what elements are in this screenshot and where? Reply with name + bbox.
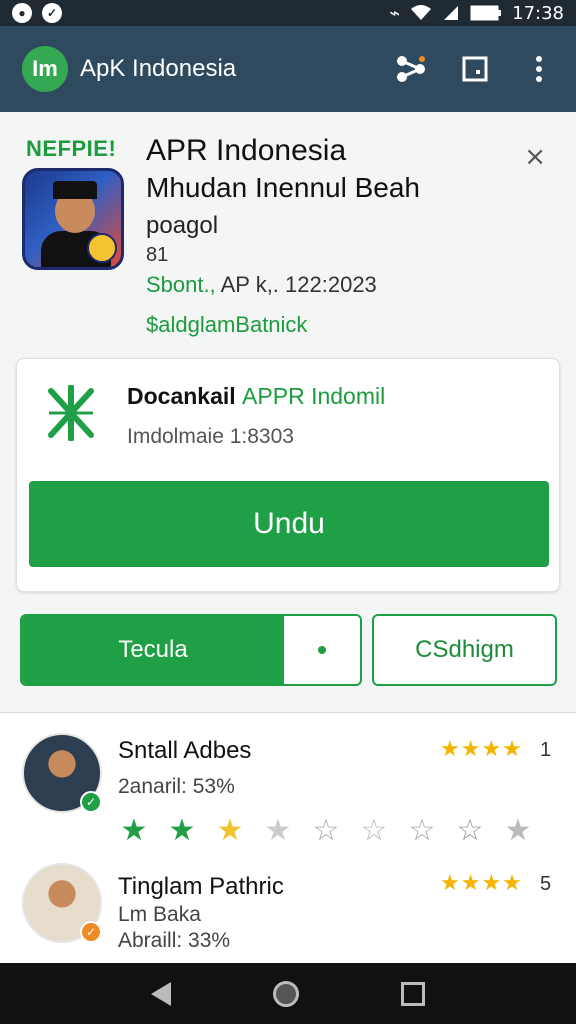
battery-icon [470,5,502,21]
app-meta: Sbont., AP k,. 122:2023 [146,272,377,298]
bookmark-icon[interactable] [460,54,490,84]
rate-star[interactable]: ☆ [310,813,342,848]
home-icon[interactable] [273,980,299,1007]
rate-star[interactable]: ★ [262,813,294,848]
rating-count: 1 [540,739,552,761]
primary-action-button[interactable]: Tecula [22,616,284,684]
rate-star[interactable]: ☆ [454,813,486,848]
rate-stars-row: ★ ★ ★ ★ ☆ ☆ ☆ ☆ ★ [118,813,534,848]
close-icon[interactable]: × [524,142,546,172]
app-notification-icon: ● [12,3,32,23]
back-icon[interactable] [151,981,171,1006]
review-detail: Lm Baka [118,903,201,926]
reviewer-name: Tinglam Pathric [118,873,284,900]
share-icon[interactable] [396,54,426,84]
download-title: Docankail APPR Indomil [127,383,385,410]
more-vert-icon[interactable] [524,54,554,84]
download-title-green: APPR Indomil [242,383,386,409]
review-detail: 2anaril: 53% [118,775,235,798]
app-logo[interactable]: Im [22,46,68,92]
rating-count: 5 [540,873,552,895]
rate-star[interactable]: ☆ [406,813,438,848]
recents-icon[interactable] [401,981,425,1006]
reviews-section: ✓ Sntall Adbes 2anaril: 53% ★★★★ 1 ★ ★ ★… [0,713,576,963]
navigation-bar [0,963,576,1024]
status-bar: ● ✓ ⌁ 17:38 [0,0,576,26]
review-detail: Abraill: 33% [118,929,231,952]
app-icon[interactable] [22,168,124,270]
badge-icon: ✓ [80,921,102,943]
download-app-icon [45,384,97,442]
reviewer-name: Sntall Adbes [118,737,252,764]
rate-star[interactable]: ★ [166,813,198,848]
rate-star[interactable]: ★ [214,813,246,848]
meta-green: Sbont., [146,272,216,297]
app-category[interactable]: $aldglamBatnick [146,312,307,338]
download-button[interactable]: Undu [29,481,549,567]
download-card: Docankail APPR Indomil Imdolmaie 1:8303 … [16,358,560,592]
wifi-icon [411,5,432,20]
secondary-action-button[interactable]: CSdhigm [372,614,557,686]
rate-star[interactable]: ★ [118,813,150,848]
vibrate-icon: ⌁ [389,2,401,24]
dot-icon [318,646,326,654]
rate-star[interactable]: ☆ [358,813,390,848]
star-rating: ★★★★ [440,737,523,762]
split-button: Tecula [20,614,362,686]
avatar[interactable]: ✓ [22,733,102,813]
signal-icon [444,6,459,20]
app-subtitle: Mhudan Inennul Beah [146,172,420,203]
clock: 17:38 [512,2,564,24]
app-number: 81 [146,244,169,266]
dropdown-toggle-button[interactable] [284,616,360,684]
new-badge: NEFPIE! [26,136,117,161]
avatar[interactable]: ✓ [22,863,102,943]
meta-rest: AP k,. 122:2023 [220,272,377,297]
app-header: NEFPIE! APR Indonesia Mhudan Inennul Bea… [0,112,576,350]
download-title-bold: Docankail [127,383,236,409]
app-notification-icon: ✓ [42,3,62,23]
download-version: Imdolmaie 1:8303 [127,425,294,448]
verified-icon: ✓ [80,791,102,813]
app-bar: Im ApK Indonesia [0,26,576,112]
app-bar-title: ApK Indonesia [80,55,237,82]
star-rating: ★★★★ [440,871,523,896]
developer-name: poagol [146,212,219,239]
app-name: APR Indonesia [146,134,347,167]
rate-star[interactable]: ★ [502,813,534,848]
